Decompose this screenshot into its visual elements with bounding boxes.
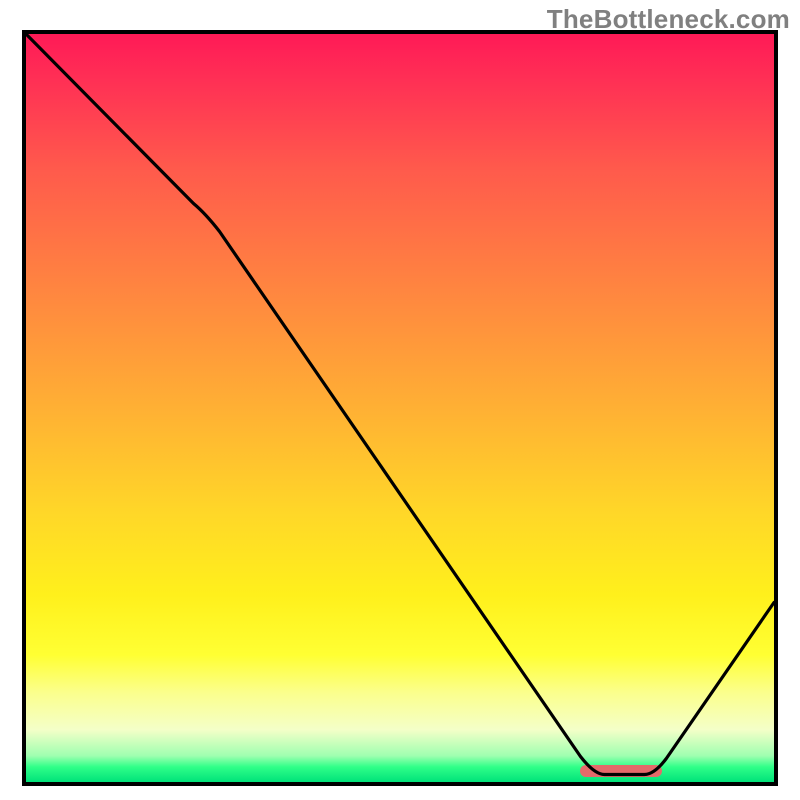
chart-container: TheBottleneck.com [0, 0, 800, 800]
plot-area [26, 34, 774, 782]
bottleneck-curve-path [26, 34, 774, 775]
chart-frame [22, 30, 778, 786]
curve-svg [26, 34, 774, 782]
